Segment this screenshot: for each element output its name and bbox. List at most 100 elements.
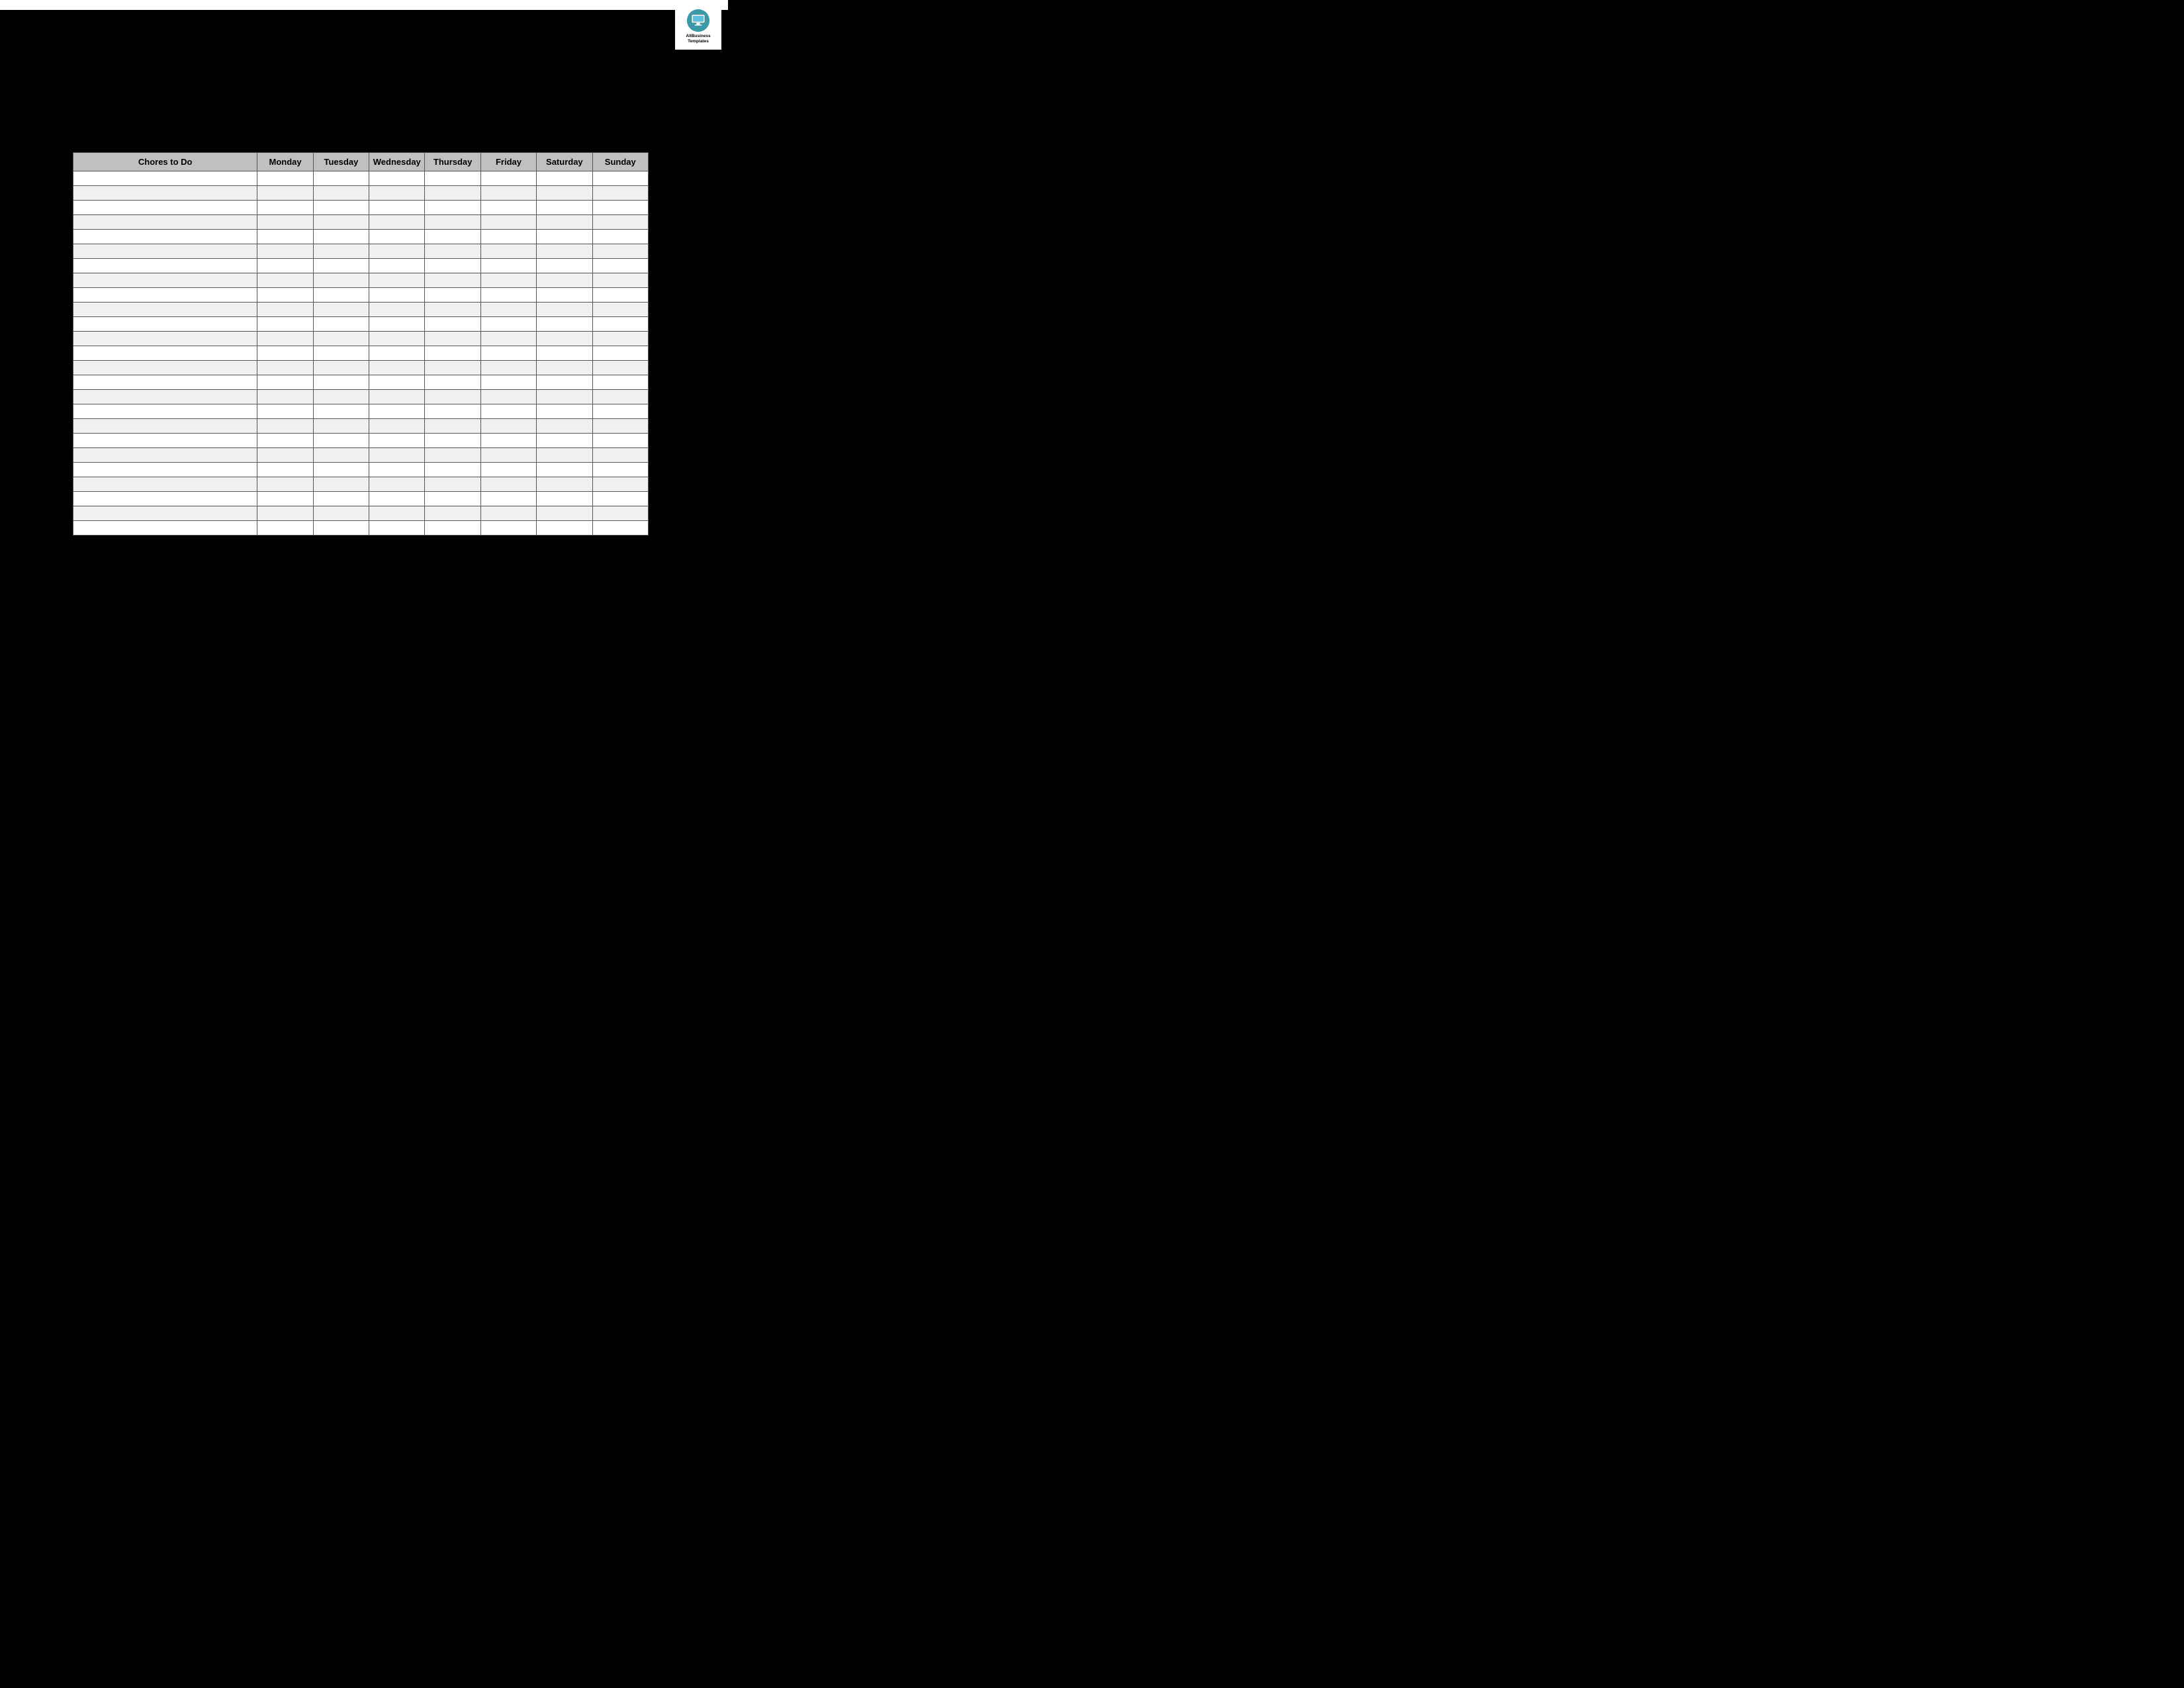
cell-row23-col7[interactable] (592, 506, 648, 521)
cell-row1-col0[interactable] (73, 186, 257, 201)
cell-row16-col1[interactable] (257, 404, 313, 419)
cell-row10-col4[interactable] (425, 317, 480, 332)
cell-row0-col1[interactable] (257, 171, 313, 186)
cell-row16-col7[interactable] (592, 404, 648, 419)
cell-row2-col7[interactable] (592, 201, 648, 215)
cell-row0-col7[interactable] (592, 171, 648, 186)
cell-row8-col0[interactable] (73, 288, 257, 303)
cell-row23-col1[interactable] (257, 506, 313, 521)
cell-row21-col3[interactable] (369, 477, 425, 492)
cell-row6-col0[interactable] (73, 259, 257, 273)
cell-row4-col7[interactable] (592, 230, 648, 244)
cell-row21-col7[interactable] (592, 477, 648, 492)
cell-row22-col4[interactable] (425, 492, 480, 506)
cell-row10-col1[interactable] (257, 317, 313, 332)
cell-row11-col5[interactable] (480, 332, 536, 346)
cell-row9-col3[interactable] (369, 303, 425, 317)
cell-row20-col0[interactable] (73, 463, 257, 477)
cell-row0-col4[interactable] (425, 171, 480, 186)
cell-row7-col4[interactable] (425, 273, 480, 288)
cell-row13-col1[interactable] (257, 361, 313, 375)
cell-row17-col7[interactable] (592, 419, 648, 434)
cell-row1-col5[interactable] (480, 186, 536, 201)
cell-row18-col5[interactable] (480, 434, 536, 448)
cell-row8-col7[interactable] (592, 288, 648, 303)
cell-row14-col4[interactable] (425, 375, 480, 390)
cell-row4-col5[interactable] (480, 230, 536, 244)
cell-row2-col2[interactable] (313, 201, 369, 215)
cell-row24-col3[interactable] (369, 521, 425, 536)
cell-row2-col4[interactable] (425, 201, 480, 215)
cell-row23-col6[interactable] (537, 506, 592, 521)
cell-row1-col7[interactable] (592, 186, 648, 201)
cell-row11-col6[interactable] (537, 332, 592, 346)
cell-row20-col2[interactable] (313, 463, 369, 477)
cell-row17-col2[interactable] (313, 419, 369, 434)
cell-row2-col3[interactable] (369, 201, 425, 215)
cell-row3-col6[interactable] (537, 215, 592, 230)
cell-row24-col4[interactable] (425, 521, 480, 536)
cell-row12-col5[interactable] (480, 346, 536, 361)
cell-row14-col1[interactable] (257, 375, 313, 390)
cell-row5-col2[interactable] (313, 244, 369, 259)
cell-row21-col6[interactable] (537, 477, 592, 492)
cell-row0-col5[interactable] (480, 171, 536, 186)
cell-row3-col7[interactable] (592, 215, 648, 230)
cell-row14-col6[interactable] (537, 375, 592, 390)
cell-row18-col2[interactable] (313, 434, 369, 448)
cell-row0-col6[interactable] (537, 171, 592, 186)
cell-row15-col6[interactable] (537, 390, 592, 404)
cell-row15-col1[interactable] (257, 390, 313, 404)
cell-row8-col3[interactable] (369, 288, 425, 303)
cell-row20-col5[interactable] (480, 463, 536, 477)
cell-row11-col0[interactable] (73, 332, 257, 346)
cell-row8-col1[interactable] (257, 288, 313, 303)
cell-row8-col6[interactable] (537, 288, 592, 303)
cell-row21-col0[interactable] (73, 477, 257, 492)
cell-row4-col2[interactable] (313, 230, 369, 244)
cell-row22-col5[interactable] (480, 492, 536, 506)
cell-row6-col1[interactable] (257, 259, 313, 273)
cell-row15-col0[interactable] (73, 390, 257, 404)
cell-row16-col5[interactable] (480, 404, 536, 419)
cell-row19-col2[interactable] (313, 448, 369, 463)
cell-row4-col6[interactable] (537, 230, 592, 244)
cell-row22-col6[interactable] (537, 492, 592, 506)
cell-row3-col2[interactable] (313, 215, 369, 230)
cell-row6-col4[interactable] (425, 259, 480, 273)
cell-row17-col6[interactable] (537, 419, 592, 434)
cell-row21-col5[interactable] (480, 477, 536, 492)
cell-row15-col4[interactable] (425, 390, 480, 404)
cell-row20-col7[interactable] (592, 463, 648, 477)
cell-row5-col4[interactable] (425, 244, 480, 259)
cell-row22-col0[interactable] (73, 492, 257, 506)
cell-row3-col0[interactable] (73, 215, 257, 230)
cell-row3-col5[interactable] (480, 215, 536, 230)
cell-row12-col2[interactable] (313, 346, 369, 361)
cell-row17-col0[interactable] (73, 419, 257, 434)
cell-row6-col7[interactable] (592, 259, 648, 273)
cell-row8-col4[interactable] (425, 288, 480, 303)
cell-row24-col6[interactable] (537, 521, 592, 536)
cell-row9-col7[interactable] (592, 303, 648, 317)
cell-row1-col4[interactable] (425, 186, 480, 201)
cell-row6-col5[interactable] (480, 259, 536, 273)
cell-row4-col0[interactable] (73, 230, 257, 244)
cell-row17-col3[interactable] (369, 419, 425, 434)
cell-row13-col2[interactable] (313, 361, 369, 375)
cell-row8-col2[interactable] (313, 288, 369, 303)
cell-row22-col7[interactable] (592, 492, 648, 506)
cell-row19-col1[interactable] (257, 448, 313, 463)
cell-row3-col1[interactable] (257, 215, 313, 230)
cell-row19-col3[interactable] (369, 448, 425, 463)
cell-row15-col2[interactable] (313, 390, 369, 404)
cell-row18-col7[interactable] (592, 434, 648, 448)
cell-row4-col4[interactable] (425, 230, 480, 244)
cell-row22-col1[interactable] (257, 492, 313, 506)
cell-row21-col1[interactable] (257, 477, 313, 492)
cell-row14-col2[interactable] (313, 375, 369, 390)
cell-row23-col0[interactable] (73, 506, 257, 521)
cell-row12-col1[interactable] (257, 346, 313, 361)
cell-row19-col5[interactable] (480, 448, 536, 463)
cell-row10-col3[interactable] (369, 317, 425, 332)
